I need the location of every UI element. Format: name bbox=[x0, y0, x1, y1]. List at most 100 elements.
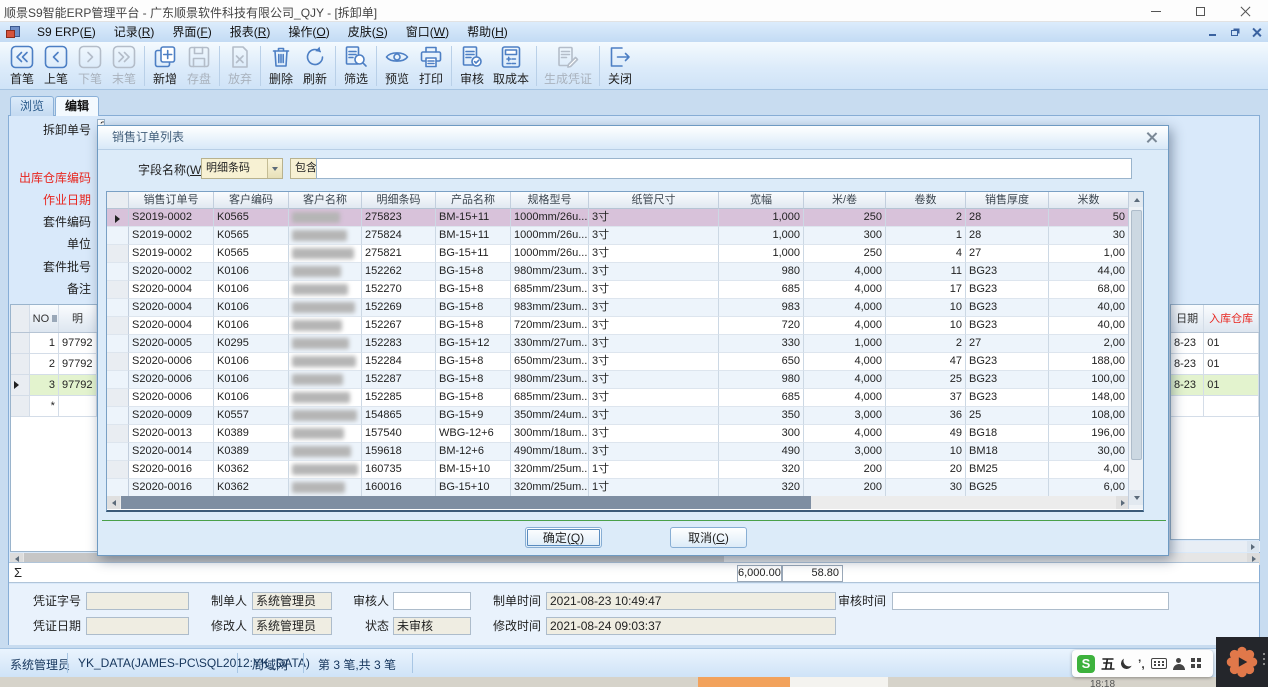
sogou-icon[interactable]: S bbox=[1077, 655, 1095, 673]
column-barcode[interactable]: 明 bbox=[59, 305, 97, 332]
mdi-close-button[interactable] bbox=[1248, 25, 1264, 39]
footer-field[interactable] bbox=[892, 592, 1169, 610]
toolbar-button-cost[interactable]: 取成本 bbox=[489, 43, 533, 89]
footer-field[interactable] bbox=[86, 592, 189, 610]
sales-order-row[interactable]: S2020-0013K0389157540WBG-12+6300mm/18um.… bbox=[107, 425, 1143, 443]
toolbar-button-discard[interactable]: 放弃 bbox=[223, 43, 257, 89]
sales-order-row[interactable]: S2020-0006K0106152287BG-15+8980mm/23um..… bbox=[107, 371, 1143, 389]
column-header[interactable]: 销售厚度 bbox=[966, 192, 1049, 209]
toolbar-button-last[interactable]: 末笔 bbox=[107, 43, 141, 89]
column-date[interactable]: 日期 bbox=[1171, 305, 1204, 332]
toolbar-button-next[interactable]: 下笔 bbox=[73, 43, 107, 89]
menu-item-7[interactable]: 帮助(H) bbox=[458, 22, 517, 42]
column-warehouse[interactable]: 入库仓库 bbox=[1204, 305, 1259, 332]
sales-order-row[interactable]: S2020-0004K0106152270BG-15+8685mm/23um..… bbox=[107, 281, 1143, 299]
tab-browse[interactable]: 浏览 bbox=[10, 96, 54, 116]
window-close-button[interactable] bbox=[1223, 0, 1268, 22]
column-header[interactable]: 客户名称 bbox=[289, 192, 362, 209]
taskbar-active-segment[interactable] bbox=[698, 677, 790, 687]
grid-row[interactable]: 297792 bbox=[11, 354, 97, 375]
punctuation-icon[interactable]: ’, bbox=[1138, 657, 1145, 671]
menu-item-0[interactable]: S9 ERP(E) bbox=[28, 22, 105, 42]
sales-order-row[interactable]: S2020-0005K0295152283BG-15+12330mm/27um.… bbox=[107, 335, 1143, 353]
table-hscrollbar[interactable] bbox=[107, 496, 1129, 509]
sales-order-row[interactable]: S2019-0002K0565275823BM-15+111000mm/26u.… bbox=[107, 209, 1143, 227]
sales-order-row[interactable]: S2019-0002K0565275824BM-15+111000mm/26u.… bbox=[107, 227, 1143, 245]
toolbar-button-del[interactable]: 删除 bbox=[264, 43, 298, 89]
tools-icon[interactable] bbox=[1191, 658, 1202, 669]
footer-field[interactable] bbox=[86, 617, 189, 635]
column-header[interactable]: 销售订单号 bbox=[129, 192, 214, 209]
mdi-restore-button[interactable] bbox=[1226, 25, 1242, 39]
sales-order-row[interactable]: S2020-0006K0106152285BG-15+8685mm/23um..… bbox=[107, 389, 1143, 407]
menu-item-1[interactable]: 记录(R) bbox=[105, 22, 164, 42]
grid-row[interactable] bbox=[1171, 396, 1259, 417]
filter-field-select[interactable]: 明细条码 bbox=[201, 158, 283, 179]
column-header[interactable]: 米/卷 bbox=[804, 192, 886, 209]
column-header[interactable]: 明细条码 bbox=[362, 192, 436, 209]
footer-field[interactable]: 2021-08-23 10:49:47 bbox=[546, 592, 836, 610]
sales-order-row[interactable]: S2020-0004K0106152267BG-15+8720mm/23um..… bbox=[107, 317, 1143, 335]
wubi-mode-icon[interactable]: 五 bbox=[1101, 654, 1115, 674]
toolbar-button-print[interactable]: 打印 bbox=[414, 43, 448, 89]
menu-item-4[interactable]: 操作(O) bbox=[279, 22, 338, 42]
toolbar-button-voucher[interactable]: 生成凭证 bbox=[540, 43, 596, 89]
sales-order-row[interactable]: S2020-0009K0557154865BG-15+9350mm/24um..… bbox=[107, 407, 1143, 425]
column-header[interactable]: 卷数 bbox=[886, 192, 966, 209]
sales-order-row[interactable]: S2020-0016K0362160735BM-15+10320mm/25um.… bbox=[107, 461, 1143, 479]
grid-row[interactable]: 197792 bbox=[11, 333, 97, 354]
column-no[interactable]: NO bbox=[30, 305, 59, 332]
footer-field[interactable] bbox=[393, 592, 471, 610]
cancel-button[interactable]: 取消(C) bbox=[670, 527, 747, 548]
sales-order-row[interactable]: S2020-0016K0362160016BG-15+10320mm/25um.… bbox=[107, 479, 1143, 497]
column-header[interactable]: 宽幅 bbox=[719, 192, 804, 209]
footer-field[interactable]: 2021-08-24 09:03:37 bbox=[546, 617, 836, 635]
toolbar-button-audit[interactable]: 审核 bbox=[455, 43, 489, 89]
dialog-titlebar[interactable]: 销售订单列表 bbox=[98, 126, 1168, 150]
column-header[interactable]: 规格型号 bbox=[511, 192, 589, 209]
menu-item-2[interactable]: 界面(F) bbox=[163, 22, 220, 42]
sales-order-row[interactable]: S2020-0004K0106152269BG-15+8983mm/23um..… bbox=[107, 299, 1143, 317]
menu-item-3[interactable]: 报表(R) bbox=[221, 22, 280, 42]
moon-icon[interactable] bbox=[1120, 657, 1133, 670]
scroll-right-icon[interactable] bbox=[1247, 541, 1259, 552]
scroll-down-icon[interactable] bbox=[1129, 490, 1144, 505]
footer-field[interactable]: 未审核 bbox=[393, 617, 471, 635]
table-vscrollbar[interactable] bbox=[1128, 192, 1143, 509]
column-header[interactable]: 产品名称 bbox=[436, 192, 511, 209]
keyboard-icon[interactable] bbox=[1151, 658, 1167, 669]
toolbar-button-first[interactable]: 首笔 bbox=[5, 43, 39, 89]
mdi-minimize-button[interactable] bbox=[1204, 25, 1220, 39]
tab-edit[interactable]: 编辑 bbox=[55, 96, 99, 116]
person-icon[interactable] bbox=[1173, 658, 1185, 670]
sales-order-row[interactable]: S2020-0006K0106152284BG-15+8650mm/23um..… bbox=[107, 353, 1143, 371]
dialog-close-icon[interactable] bbox=[1146, 131, 1158, 143]
grid-row[interactable]: 8-2301 bbox=[1171, 375, 1259, 396]
window-minimize-button[interactable] bbox=[1133, 0, 1178, 22]
grid-row[interactable]: 8-2301 bbox=[1171, 333, 1259, 354]
ok-button[interactable]: 确定(Q) bbox=[525, 527, 602, 548]
scroll-up-icon[interactable] bbox=[1129, 192, 1144, 207]
toolbar-button-prev[interactable]: 上笔 bbox=[39, 43, 73, 89]
menu-item-6[interactable]: 窗口(W) bbox=[397, 22, 458, 42]
chevron-down-icon[interactable] bbox=[267, 159, 282, 178]
footer-field[interactable]: 系统管理员 bbox=[252, 617, 332, 635]
recorder-app-logo[interactable] bbox=[1216, 637, 1268, 687]
toolbar-button-save[interactable]: 存盘 bbox=[182, 43, 216, 89]
toolbar-button-filter[interactable]: 筛选 bbox=[339, 43, 373, 89]
footer-field[interactable]: 系统管理员 bbox=[252, 592, 332, 610]
grid-row[interactable]: 397792 bbox=[11, 375, 97, 396]
toolbar-button-close[interactable]: 关闭 bbox=[603, 43, 637, 89]
taskbar-segment[interactable] bbox=[790, 677, 888, 687]
column-header[interactable]: 客户编码 bbox=[214, 192, 289, 209]
scroll-left-icon[interactable] bbox=[107, 496, 120, 509]
menu-item-5[interactable]: 皮肤(S) bbox=[339, 22, 397, 42]
column-header[interactable]: 纸管尺寸 bbox=[589, 192, 719, 209]
sales-order-row[interactable]: S2020-0002K0106152262BG-15+8980mm/23um..… bbox=[107, 263, 1143, 281]
filter-value-input[interactable] bbox=[316, 158, 1132, 179]
toolbar-button-refresh[interactable]: 刷新 bbox=[298, 43, 332, 89]
grid-row[interactable]: * bbox=[11, 396, 97, 417]
sales-order-row[interactable]: S2020-0014K0389159618BM-12+6490mm/18um..… bbox=[107, 443, 1143, 461]
hscroll-thumb[interactable] bbox=[121, 496, 811, 509]
sales-order-row[interactable]: S2019-0002K0565275821BG-15+111000mm/26u.… bbox=[107, 245, 1143, 263]
